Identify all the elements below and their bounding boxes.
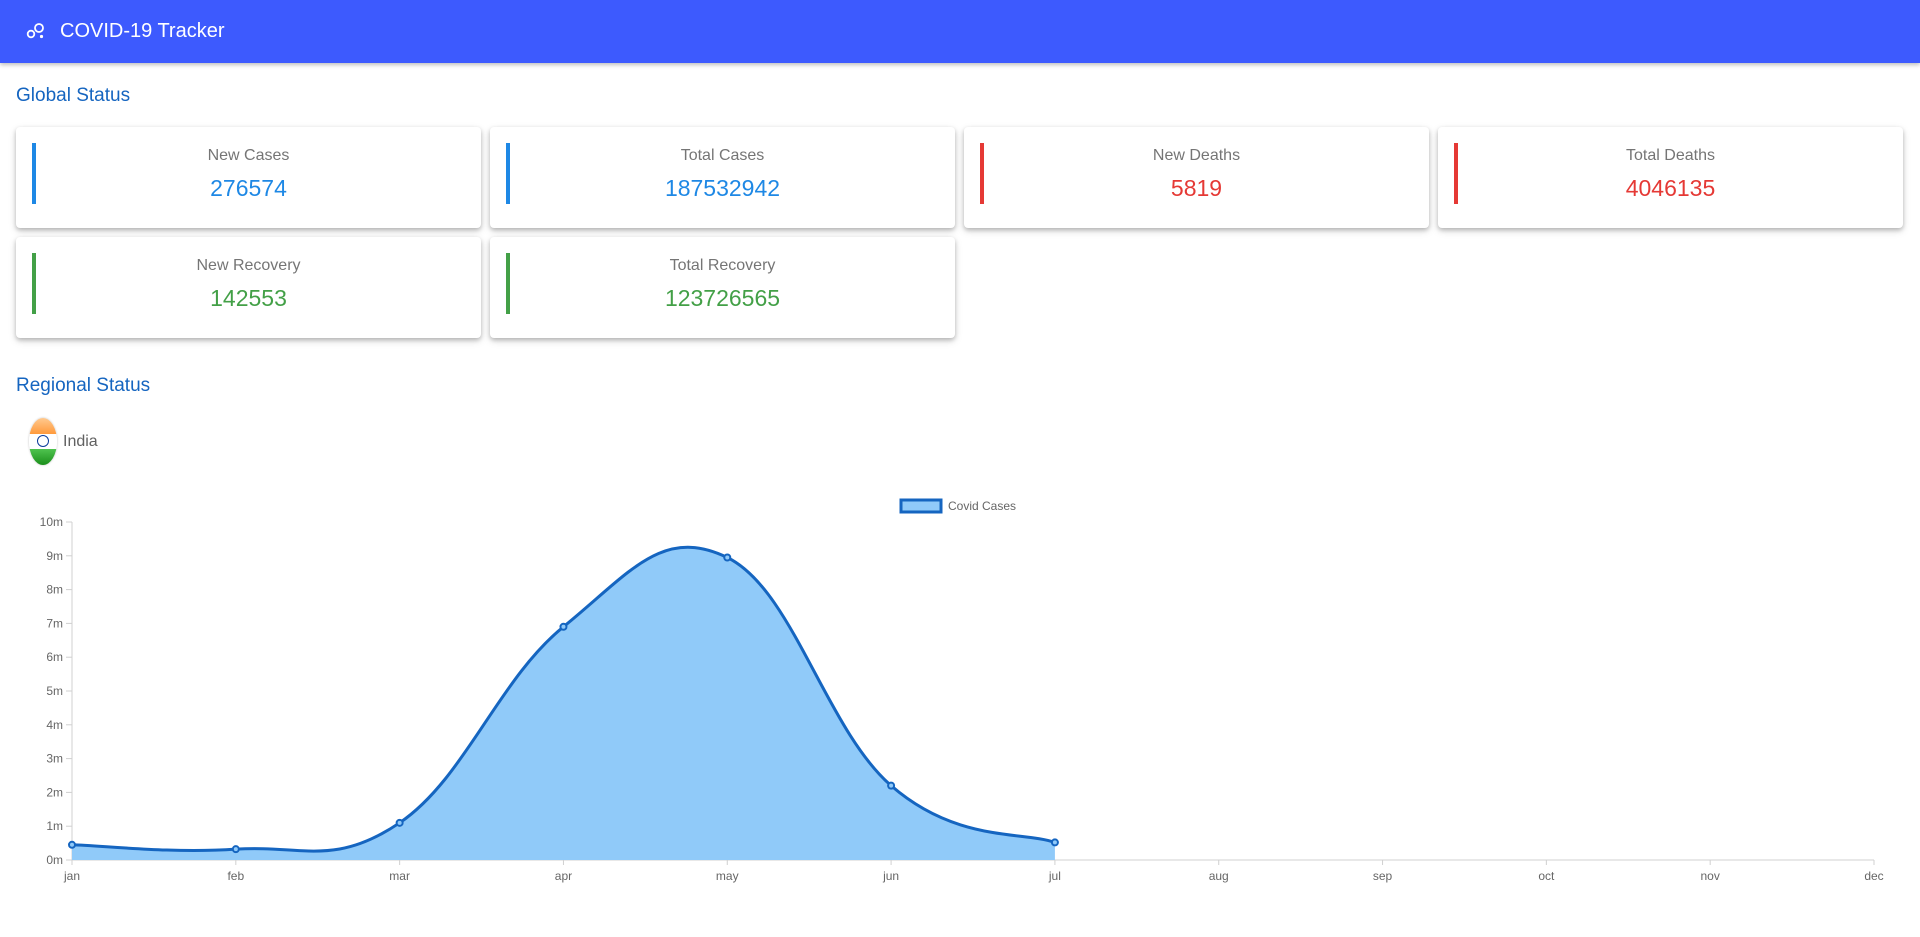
y-tick-label: 1m [46,819,63,833]
y-tick-label: 4m [46,718,63,732]
card-value: 187532942 [664,175,781,201]
card-value: 123726565 [664,285,781,311]
card-value: 142553 [210,285,287,311]
data-point[interactable] [395,818,404,827]
y-tick-label: 2m [46,785,63,799]
regional-status-title: Regional Status [16,375,151,396]
new-deaths-card: New Deaths 5819 [964,127,1429,228]
data-point[interactable] [68,840,76,849]
bubbles-icon [26,23,44,39]
card-label: Total Deaths [1626,147,1715,164]
card-value: 276574 [210,175,287,201]
data-point[interactable] [231,845,240,854]
chart-legend: Covid Cases [899,498,1016,514]
x-tick-label: may [716,869,739,883]
x-tick-label: sep [1373,869,1393,883]
global-status-title: Global Status [16,85,131,106]
data-point[interactable] [723,553,732,562]
x-tick-label: oct [1538,869,1555,883]
new-cases-card: New Cases 276574 [16,127,481,228]
data-point[interactable] [887,781,896,790]
y-tick-label: 7m [46,616,63,630]
card-label: New Cases [207,147,290,164]
data-point[interactable] [1050,838,1059,847]
x-tick-label: mar [389,869,410,883]
x-tick-label: jul [1048,869,1061,883]
legend-swatch [899,498,943,514]
card-label: New Deaths [1152,147,1241,164]
y-axis: 0m 1m 2m 3m 4m 5m 6m 7m 8m 9m 10m [40,515,73,867]
card-label: Total Recovery [669,257,776,274]
y-tick-label: 5m [46,684,63,698]
x-tick-label: aug [1209,869,1229,883]
india-flag-icon [29,418,57,465]
app-title: COVID-19 Tracker [60,20,225,42]
total-recovery-card: Total Recovery 123726565 [490,237,955,338]
x-tick-label: jan [63,869,80,883]
series-area-fill [72,547,1055,860]
app-bar: COVID-19 Tracker [0,0,1920,63]
legend-label: Covid Cases [948,499,1016,513]
y-tick-label: 6m [46,650,63,664]
y-tick-label: 8m [46,583,63,597]
y-tick-label: 9m [46,549,63,563]
y-tick-label: 0m [46,853,63,867]
x-tick-label: dec [1864,869,1883,883]
card-value: 4046135 [1625,175,1716,201]
x-tick-label: apr [555,869,572,883]
card-label: New Recovery [196,257,301,274]
country-name: India [63,433,98,450]
total-cases-card: Total Cases 187532942 [490,127,955,228]
data-point[interactable] [559,622,568,631]
x-tick-label: feb [227,869,244,883]
covid-cases-chart: Covid Cases 0m 1m 2m 3m 4m 5m 6m 7m 8m 9m 10m jan f… [40,498,1884,883]
card-label: Total Cases [680,147,765,164]
x-tick-label: jun [882,869,899,883]
y-tick-label: 3m [46,752,63,766]
x-tick-label: nov [1701,869,1720,883]
total-deaths-card: Total Deaths 4046135 [1438,127,1903,228]
new-recovery-card: New Recovery 142553 [16,237,481,338]
y-tick-label: 10m [40,515,63,529]
card-value: 5819 [1170,175,1223,201]
x-axis: jan feb mar apr may jun jul aug sep oct nov dec [63,859,1884,883]
